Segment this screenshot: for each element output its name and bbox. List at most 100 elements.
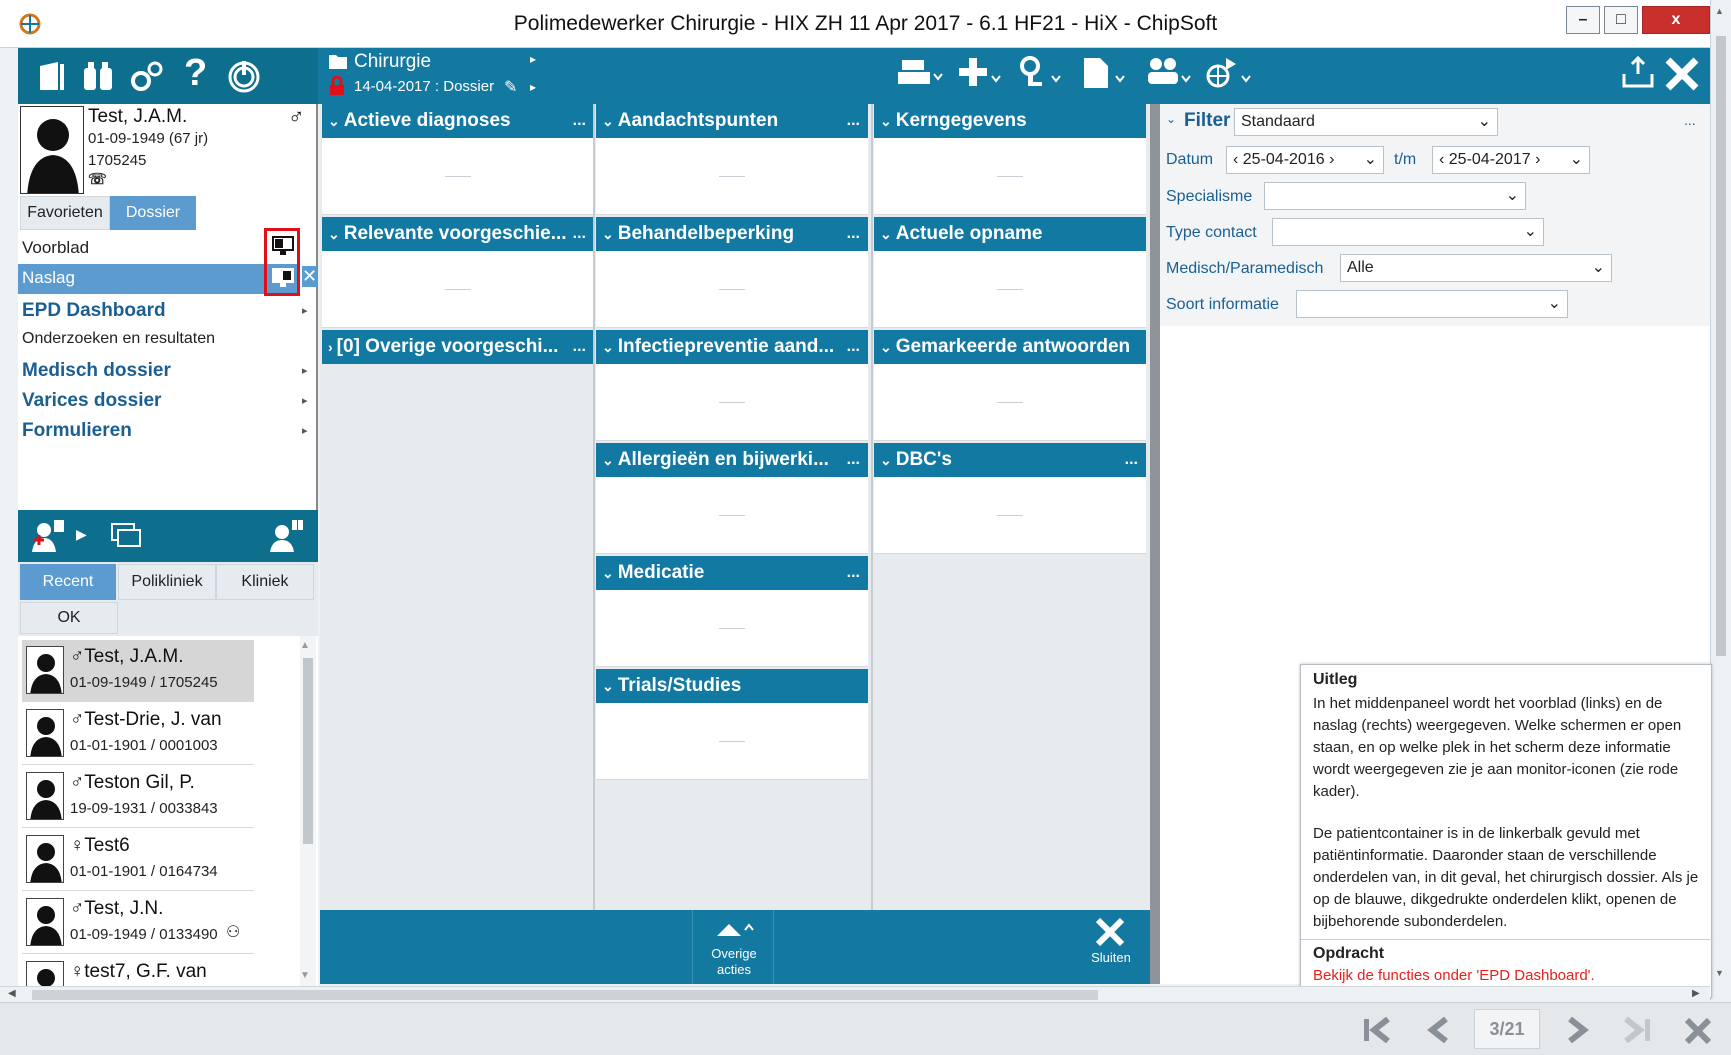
monitor-right-icon[interactable]	[272, 268, 294, 288]
print-icon[interactable]	[898, 56, 944, 92]
add-patient-icon[interactable]	[30, 520, 66, 554]
nav-item-epd-dashboard[interactable]: EPD Dashboard	[22, 300, 166, 322]
nav-item-onderzoeken[interactable]: Onderzoeken en resultaten	[22, 330, 215, 348]
sluiten-button[interactable]: Sluiten	[1074, 910, 1148, 984]
expand-chevron-icon[interactable]: ▶	[76, 526, 87, 543]
phone-icon[interactable]: ☏	[88, 170, 107, 188]
tab-favorieten[interactable]: Favorieten	[20, 196, 110, 230]
department-name[interactable]: Chirurgie	[354, 51, 431, 73]
patient-row[interactable]: ♂Teston Gil, P. 19-09-1931 / 0033843	[22, 766, 254, 828]
scroll-thumb[interactable]	[303, 658, 313, 844]
tab-polikliniek[interactable]: Polikliniek	[118, 564, 216, 600]
panel-menu-icon[interactable]: ...	[847, 225, 860, 243]
export-icon[interactable]	[1622, 56, 1656, 92]
patient-list-scrollbar[interactable]: ▲ ▼	[300, 636, 316, 986]
search-patient-icon[interactable]	[268, 518, 304, 554]
patient-row[interactable]: ♂Test, J.A.M. 01-09-1949 / 1705245	[22, 640, 254, 702]
power-icon[interactable]	[226, 58, 262, 94]
gears-icon[interactable]	[130, 60, 164, 92]
panel-header[interactable]: › [0] Overige voorgeschi......	[322, 330, 594, 364]
scroll-up-icon[interactable]: ▲	[300, 640, 310, 651]
filter-more-icon[interactable]: ...	[1684, 112, 1696, 128]
nav-item-medisch-dossier[interactable]: Medisch dossier	[22, 360, 171, 382]
filter-preset-select[interactable]: Standaard ⌄	[1234, 108, 1498, 136]
panel-header[interactable]: ⌄ Behandelbeperking...	[596, 217, 868, 251]
horizontal-scrollbar[interactable]: ◀ ▶	[0, 986, 1710, 1002]
panel-header[interactable]: ⌄ DBC's...	[874, 443, 1146, 477]
panel-header[interactable]: ⌄ Aandachtspunten...	[596, 104, 868, 138]
tab-kliniek[interactable]: Kliniek	[216, 564, 314, 600]
globe-share-icon[interactable]	[1206, 56, 1254, 92]
maximize-button[interactable]: □	[1604, 6, 1638, 34]
help-icon[interactable]: ?	[184, 52, 207, 95]
panel-menu-icon[interactable]: ...	[847, 112, 860, 130]
hscroll-right-icon[interactable]: ▶	[1692, 988, 1700, 999]
previous-page-icon[interactable]	[1426, 1017, 1452, 1043]
date-to-field[interactable]: ‹ 25-04-2017 › ⌄	[1432, 146, 1590, 174]
panel-header[interactable]: ⌄ Medicatie...	[596, 556, 868, 590]
edit-pen-icon[interactable]: ✎	[504, 77, 517, 97]
close-window-button[interactable]: x	[1642, 6, 1710, 34]
vscroll-thumb[interactable]	[1716, 36, 1726, 656]
dossier-chevron-icon[interactable]: ▸	[530, 80, 536, 94]
nav-item-voorblad[interactable]: Voorblad	[22, 238, 89, 258]
last-page-icon[interactable]	[1622, 1017, 1652, 1043]
panel-header[interactable]: ⌄ Kerngegevens	[874, 104, 1146, 138]
panel-menu-icon[interactable]: ...	[847, 451, 860, 469]
close-pager-icon[interactable]	[1684, 1017, 1712, 1045]
patient-row[interactable]: ♂Test-Drie, J. van 01-01-1901 / 0001003	[22, 703, 254, 765]
tab-recent[interactable]: Recent	[20, 564, 116, 600]
panel-menu-icon[interactable]: ...	[847, 564, 860, 582]
window-vertical-scrollbar[interactable]: ▲ ▼	[1710, 0, 1731, 1000]
patient-row[interactable]: ♀Test6 01-01-1901 / 0164734	[22, 829, 254, 891]
overige-acties-button[interactable]: Overige acties	[692, 910, 774, 984]
next-page-icon[interactable]	[1564, 1017, 1590, 1043]
document-icon[interactable]	[1082, 56, 1128, 92]
panel-header[interactable]: ⌄ Infectiepreventie aand......	[596, 330, 868, 364]
windows-icon[interactable]	[110, 522, 144, 552]
monitor-left-icon[interactable]	[272, 236, 294, 256]
ok-button[interactable]: OK	[20, 602, 118, 634]
close-main-icon[interactable]	[1664, 56, 1700, 92]
panel-menu-icon[interactable]: ...	[573, 338, 586, 356]
soort-select[interactable]: ⌄	[1296, 290, 1568, 318]
date-from-field[interactable]: ‹ 25-04-2016 › ⌄	[1226, 146, 1384, 174]
nav-item-naslag[interactable]: Naslag	[22, 268, 75, 288]
panel-menu-icon[interactable]: ...	[1125, 451, 1138, 469]
dossier-date[interactable]: 14-04-2017 : Dossier	[354, 78, 494, 95]
panel-menu-icon[interactable]: ...	[847, 338, 860, 356]
panel-header[interactable]: ⌄ Actieve diagnoses...	[322, 104, 594, 138]
specialisme-select[interactable]: ⌄	[1264, 182, 1526, 210]
tab-dossier[interactable]: Dossier	[110, 196, 196, 230]
nav-item-varices-dossier[interactable]: Varices dossier	[22, 390, 161, 412]
hscroll-left-icon[interactable]: ◀	[8, 988, 16, 999]
panel-divider[interactable]	[1150, 104, 1160, 984]
medisch-select[interactable]: Alle ⌄	[1340, 254, 1612, 282]
panel-header[interactable]: ⌄ Relevante voorgeschie......	[322, 217, 594, 251]
department-chevron-icon[interactable]: ▸	[530, 52, 536, 66]
patient-row[interactable]: ♀test7, G.F. van	[22, 955, 254, 986]
first-page-icon[interactable]	[1362, 1017, 1392, 1043]
pager-bar: 3/21	[0, 1002, 1731, 1055]
close-naslag-icon[interactable]: ✕	[302, 266, 318, 287]
vscroll-down-icon[interactable]: ▼	[1715, 968, 1724, 978]
panel-header[interactable]: ⌄ Actuele opname	[874, 217, 1146, 251]
vscroll-up-icon[interactable]: ▲	[1715, 6, 1724, 16]
panel-menu-icon[interactable]: ...	[573, 112, 586, 130]
minimize-button[interactable]: –	[1566, 6, 1600, 34]
panel-menu-icon[interactable]: ...	[573, 225, 586, 243]
nav-item-formulieren[interactable]: Formulieren	[22, 420, 132, 442]
key-search-icon[interactable]	[1018, 56, 1064, 92]
book-icon[interactable]	[38, 60, 68, 92]
panel-header[interactable]: ⌄ Trials/Studies	[596, 669, 868, 703]
panel-header[interactable]: ⌄ Gemarkeerde antwoorden	[874, 330, 1146, 364]
type-contact-select[interactable]: ⌄	[1272, 218, 1544, 246]
binoculars-icon[interactable]	[82, 60, 116, 92]
patient-row[interactable]: ♂Test, J.N. 01-09-1949 / 0133490	[22, 892, 254, 954]
filter-collapse-icon[interactable]: ⌄	[1166, 112, 1176, 126]
scroll-down-icon[interactable]: ▼	[300, 970, 310, 981]
people-icon[interactable]	[1146, 56, 1194, 92]
panel-header[interactable]: ⌄ Allergieën en bijwerki......	[596, 443, 868, 477]
hscroll-thumb[interactable]	[32, 990, 1098, 1000]
add-icon[interactable]	[958, 56, 1004, 92]
